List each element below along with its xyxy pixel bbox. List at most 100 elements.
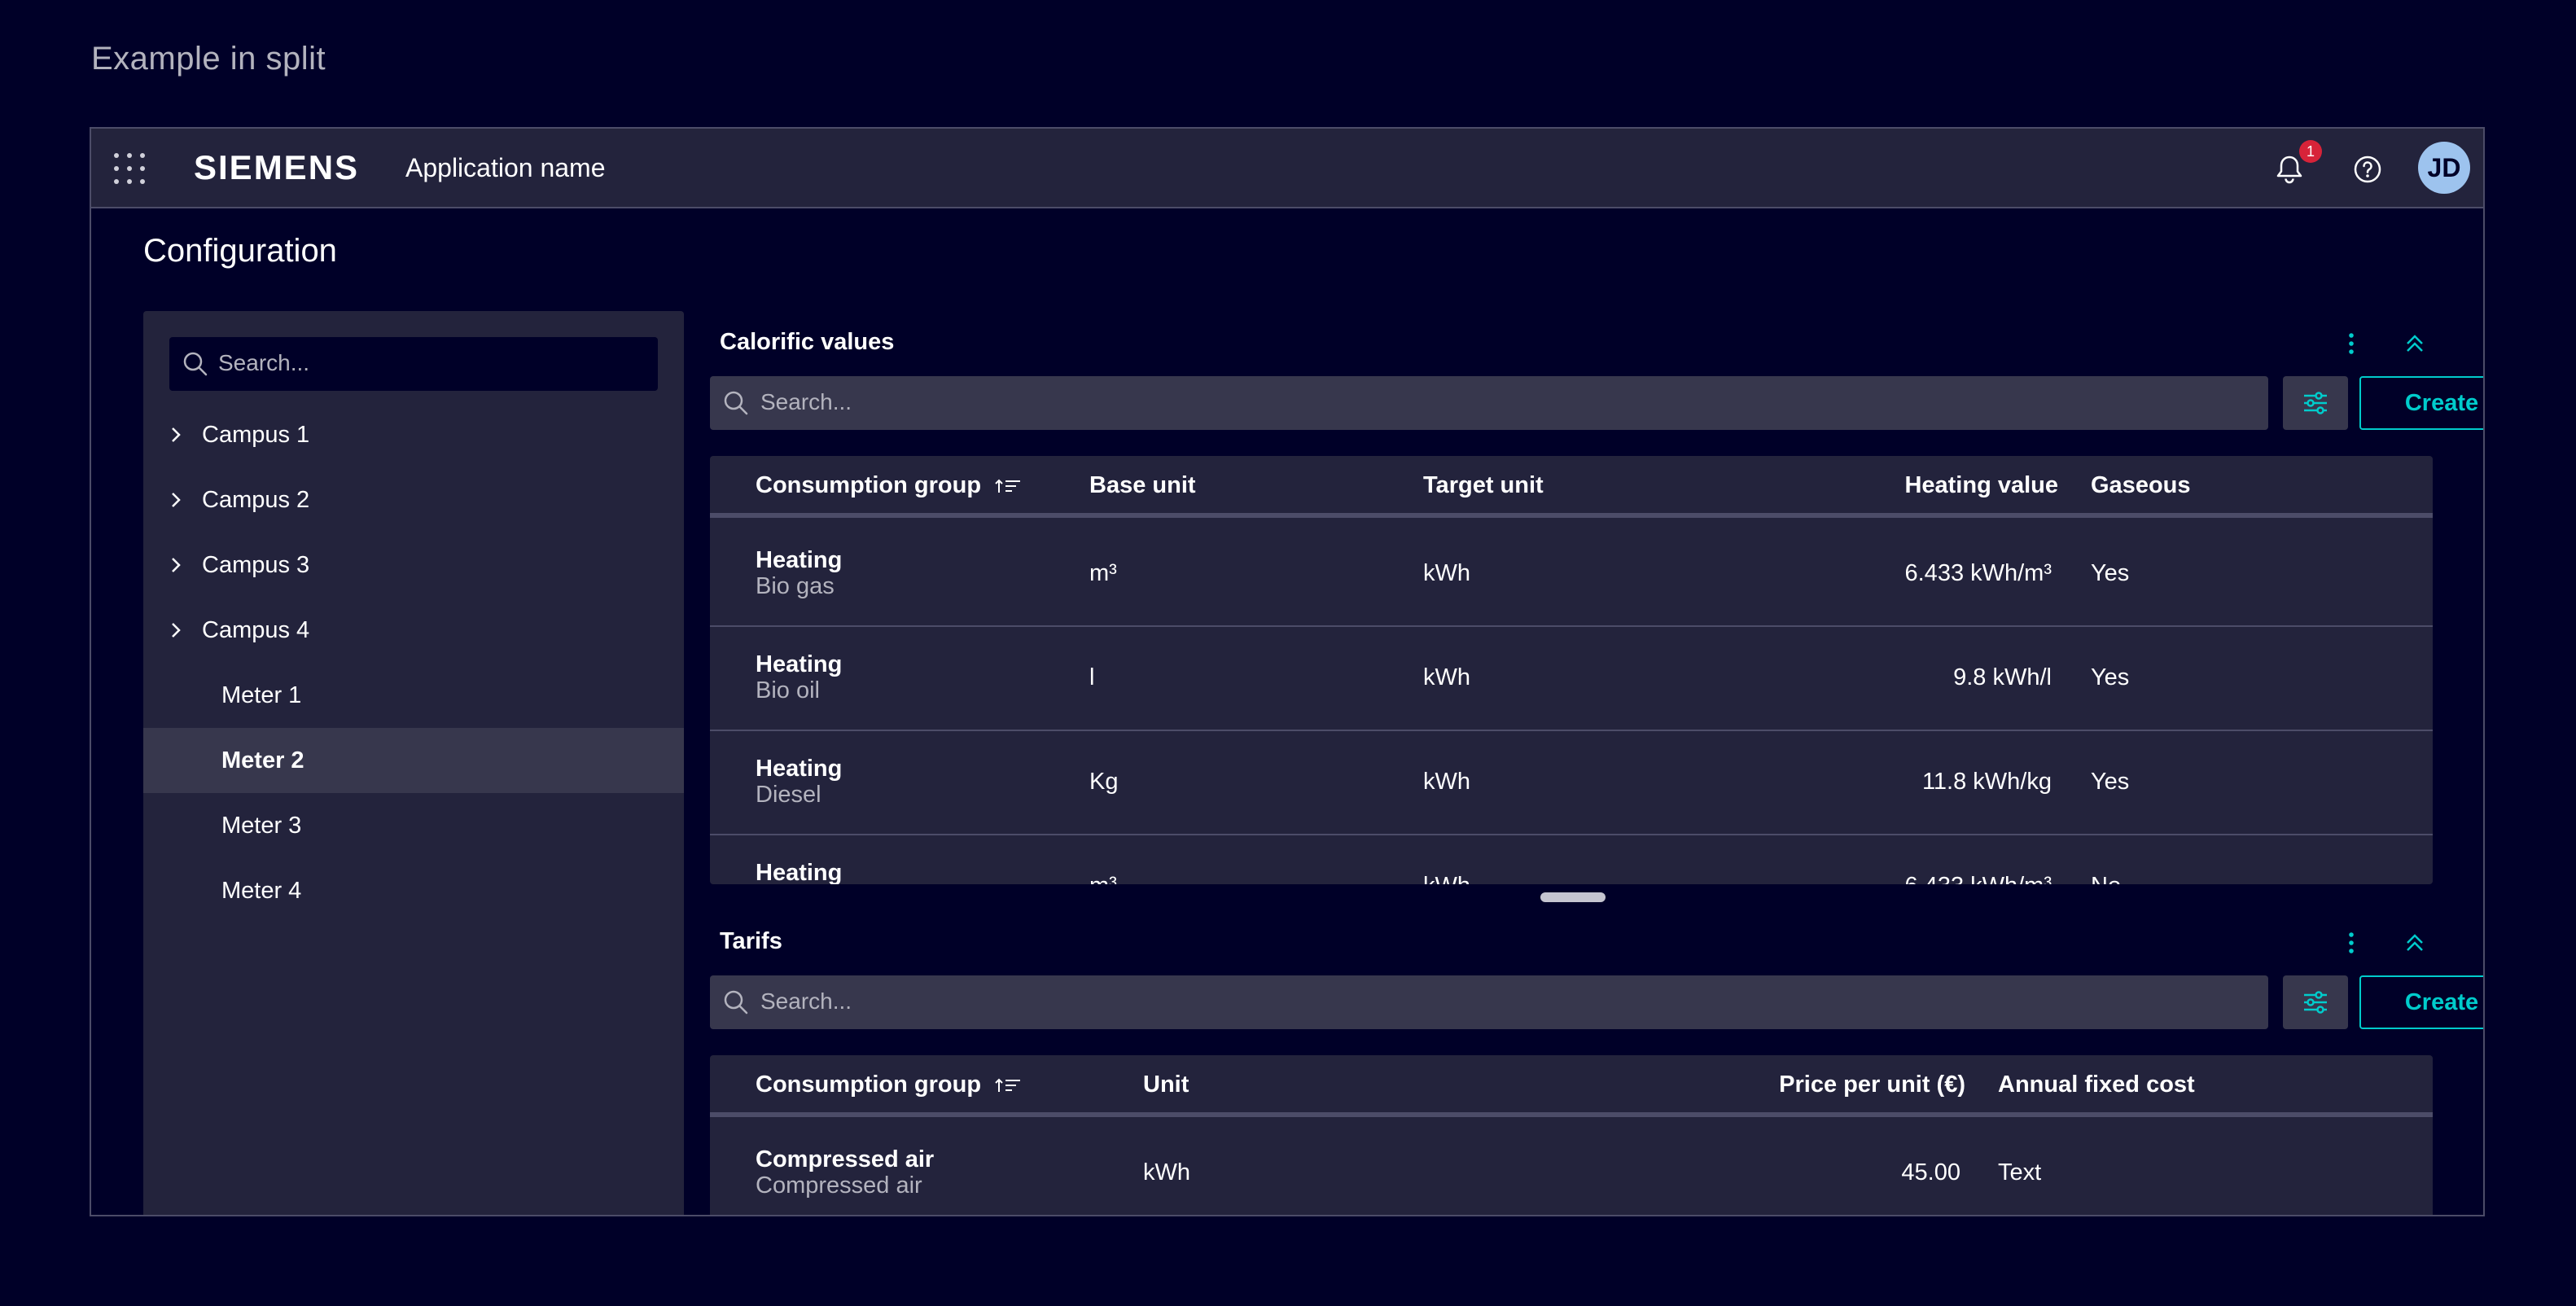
tree-item-meter-2[interactable]: Meter 2 bbox=[143, 728, 684, 793]
app-frame: SIEMENS Application name 1 JD Configurat… bbox=[90, 127, 2485, 1216]
table-row[interactable]: Heating m³ kWh 6.433 kWh/m³ No bbox=[710, 835, 2433, 884]
cell-base-unit: l bbox=[1089, 664, 1095, 690]
table-row[interactable]: Heating Diesel Kg kWh 11.8 kWh/kg Yes bbox=[710, 731, 2433, 835]
column-header-target-unit[interactable]: Target unit bbox=[1423, 472, 1544, 499]
more-vertical-icon[interactable] bbox=[2335, 327, 2368, 360]
tarifs-create-button[interactable]: Create bbox=[2359, 975, 2483, 1029]
tree-item-meter-4[interactable]: Meter 4 bbox=[143, 858, 684, 923]
chevron-right-icon[interactable] bbox=[166, 555, 186, 575]
chevron-right-icon[interactable] bbox=[166, 620, 186, 640]
table-row[interactable]: Compressed air Compressed air kWh 45.00 … bbox=[710, 1122, 2433, 1215]
sliders-icon bbox=[2304, 392, 2327, 414]
column-header-annual-fixed-cost[interactable]: Annual fixed cost bbox=[1998, 1072, 2195, 1098]
tree-item-campus-1[interactable]: Campus 1 bbox=[143, 402, 684, 467]
cell-target-unit: kWh bbox=[1423, 873, 1470, 884]
cell-heating-value: 9.8 kWh/l bbox=[1953, 664, 2052, 690]
tree-item-campus-4[interactable]: Campus 4 bbox=[143, 598, 684, 663]
chevron-right-icon[interactable] bbox=[166, 490, 186, 510]
cell-fixed-cost: Text bbox=[1998, 1159, 2042, 1185]
calorific-table: Consumption group Base unit Target unit … bbox=[710, 456, 2433, 884]
cell-group: Heating bbox=[756, 651, 843, 677]
search-placeholder: Search... bbox=[760, 389, 852, 414]
cell-subgroup: Compressed air bbox=[756, 1172, 922, 1199]
search-placeholder: Search... bbox=[760, 988, 852, 1014]
cell-base-unit: m³ bbox=[1089, 873, 1117, 884]
tree-item-meter-3[interactable]: Meter 3 bbox=[143, 793, 684, 858]
column-header-consumption-group[interactable]: Consumption group bbox=[756, 472, 1023, 499]
tarifs-filter-button[interactable] bbox=[2283, 975, 2348, 1029]
search-icon bbox=[724, 391, 748, 415]
cell-unit: kWh bbox=[1143, 1159, 1190, 1185]
table-row[interactable]: Heating Bio gas m³ kWh 6.433 kWh/m³ Yes bbox=[710, 523, 2433, 627]
cell-target-unit: kWh bbox=[1423, 664, 1470, 690]
tree-item-label: Meter 3 bbox=[221, 813, 302, 839]
search-icon bbox=[183, 352, 208, 376]
collapse-up-icon[interactable] bbox=[2399, 927, 2431, 959]
cell-group: Heating bbox=[756, 547, 843, 573]
tree-item-meter-1[interactable]: Meter 1 bbox=[143, 663, 684, 728]
tarifs-search-input[interactable]: Search... bbox=[710, 975, 2268, 1029]
column-header-consumption-group[interactable]: Consumption group bbox=[756, 1072, 1023, 1098]
cell-gaseous: Yes bbox=[2091, 560, 2130, 586]
tree-item-label: Campus 2 bbox=[202, 487, 310, 513]
column-header-base-unit[interactable]: Base unit bbox=[1089, 472, 1196, 499]
app-name: Application name bbox=[405, 153, 606, 182]
cell-subgroup: Diesel bbox=[756, 782, 821, 808]
cell-group: Heating bbox=[756, 860, 843, 884]
tree-item-label: Meter 1 bbox=[221, 682, 302, 708]
cell-group: Heating bbox=[756, 756, 843, 782]
cell-heating-value: 6.433 kWh/m³ bbox=[1904, 560, 2052, 586]
cell-base-unit: Kg bbox=[1089, 769, 1119, 795]
column-header-unit[interactable]: Unit bbox=[1143, 1072, 1189, 1098]
page-title: Configuration bbox=[143, 233, 337, 269]
calorific-panel-title: Calorific values bbox=[720, 329, 895, 355]
collapse-up-icon[interactable] bbox=[2399, 327, 2431, 360]
tree-search-input[interactable]: Search... bbox=[169, 337, 658, 391]
tarifs-table: Consumption group Unit Price per unit (€… bbox=[710, 1055, 2433, 1215]
avatar[interactable]: JD bbox=[2418, 142, 2470, 194]
cell-target-unit: kWh bbox=[1423, 769, 1470, 795]
tree-item-label: Campus 1 bbox=[202, 422, 310, 448]
column-header-heating-value[interactable]: Heating value bbox=[1687, 472, 2058, 499]
sort-icon[interactable] bbox=[994, 476, 1023, 496]
cell-target-unit: kWh bbox=[1423, 560, 1470, 586]
cell-heating-value: 6.433 kWh/m³ bbox=[1687, 873, 2052, 884]
tree-item-label: Meter 2 bbox=[221, 747, 304, 774]
notification-badge: 1 bbox=[2299, 140, 2322, 163]
chevron-right-icon[interactable] bbox=[166, 425, 186, 445]
cell-heating-value: 11.8 kWh/kg bbox=[1921, 769, 2052, 795]
search-placeholder: Search... bbox=[218, 350, 310, 375]
table-header: Consumption group Unit Price per unit (€… bbox=[710, 1055, 2433, 1117]
tree-item-label: Campus 4 bbox=[202, 617, 310, 643]
table-header: Consumption group Base unit Target unit … bbox=[710, 456, 2433, 518]
table-row[interactable]: Heating Bio oil l kWh 9.8 kWh/l Yes bbox=[710, 627, 2433, 731]
help-icon[interactable] bbox=[2348, 150, 2387, 189]
brand-logo: SIEMENS bbox=[194, 148, 360, 186]
app-header: SIEMENS Application name 1 JD bbox=[91, 129, 2483, 208]
tree-item-campus-3[interactable]: Campus 3 bbox=[143, 532, 684, 598]
tree-item-label: Meter 4 bbox=[221, 878, 302, 904]
tarifs-panel-title: Tarifs bbox=[720, 928, 782, 954]
search-icon bbox=[724, 990, 748, 1015]
more-vertical-icon[interactable] bbox=[2335, 927, 2368, 959]
cell-gaseous: Yes bbox=[2091, 769, 2130, 795]
column-header-gaseous[interactable]: Gaseous bbox=[2091, 472, 2191, 499]
sliders-icon bbox=[2304, 991, 2327, 1014]
calorific-search-input[interactable]: Search... bbox=[710, 376, 2268, 430]
cell-gaseous: No bbox=[2091, 873, 2121, 884]
split-resize-handle[interactable] bbox=[1540, 892, 1606, 902]
cell-base-unit: m³ bbox=[1089, 560, 1117, 586]
page-label: Example in split bbox=[91, 41, 326, 77]
column-header-price-per-unit[interactable]: Price per unit (€) bbox=[1606, 1072, 1965, 1098]
cell-price: 45.00 bbox=[1901, 1159, 1960, 1185]
cell-subgroup: Bio gas bbox=[756, 573, 835, 599]
tree-sidebar: Search... Campus 1 Campus 2 Campus 3 Cam… bbox=[143, 311, 684, 1215]
sort-icon[interactable] bbox=[994, 1076, 1023, 1095]
cell-gaseous: Yes bbox=[2091, 664, 2130, 690]
calorific-create-button[interactable]: Create bbox=[2359, 376, 2483, 430]
cell-group: Compressed air bbox=[756, 1146, 935, 1172]
calorific-filter-button[interactable] bbox=[2283, 376, 2348, 430]
app-switcher-icon[interactable] bbox=[114, 153, 147, 186]
tree-item-campus-2[interactable]: Campus 2 bbox=[143, 467, 684, 532]
tree-item-label: Campus 3 bbox=[202, 552, 310, 578]
